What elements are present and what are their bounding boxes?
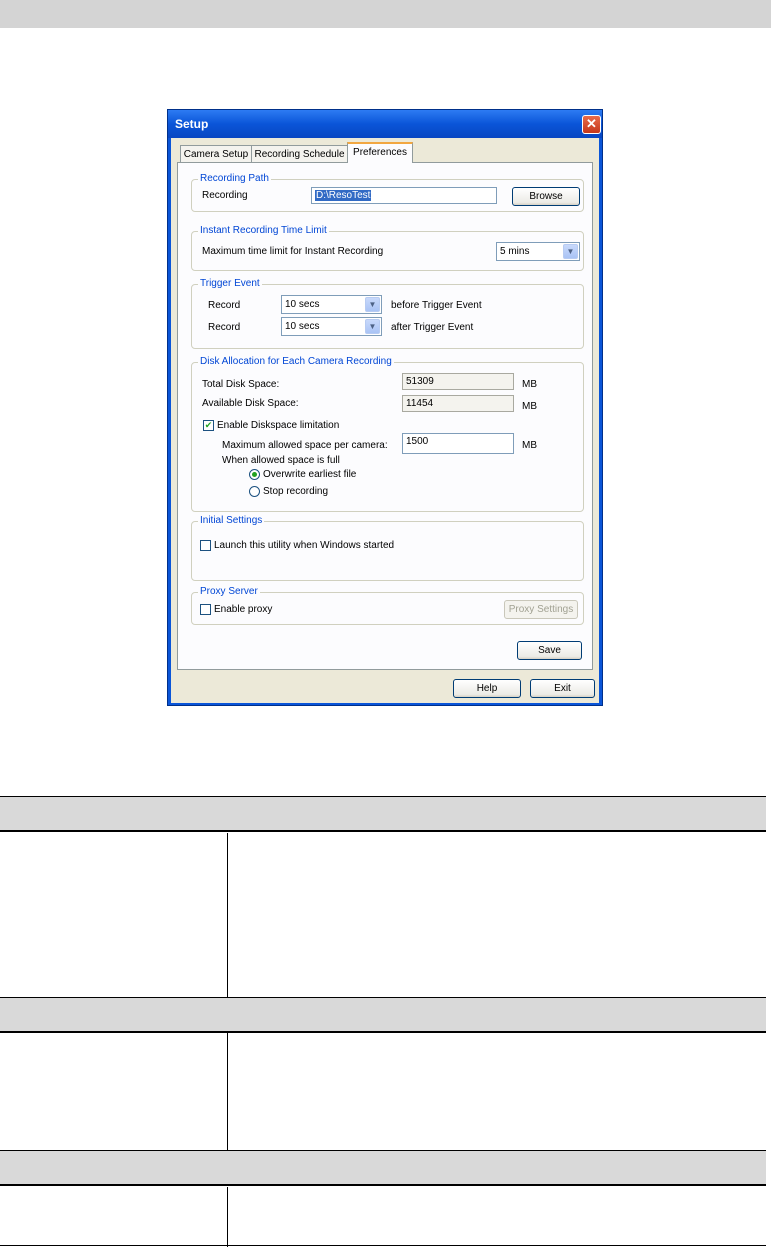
table-header-row — [0, 997, 766, 1033]
available-unit-label: MB — [522, 401, 537, 412]
proxy-settings-button[interactable]: Proxy Settings — [504, 600, 578, 619]
overwrite-radio[interactable] — [249, 469, 260, 480]
close-button[interactable]: ✕ — [582, 115, 601, 134]
chevron-down-icon: ▼ — [365, 297, 380, 312]
table-header-row — [0, 1150, 766, 1186]
max-space-input[interactable]: 1500 — [402, 433, 514, 454]
record-before-dropdown[interactable]: 10 secs ▼ — [281, 295, 382, 314]
stop-recording-label: Stop recording — [263, 486, 329, 497]
trigger-event-group: Trigger Event Record 10 secs ▼ before Tr… — [191, 278, 584, 349]
proxy-server-group: Proxy Server Enable proxy Proxy Settings — [191, 586, 584, 625]
chevron-down-icon: ▼ — [563, 244, 578, 259]
overwrite-label: Overwrite earliest file — [263, 469, 357, 480]
tab-recording-schedule[interactable]: Recording Schedule — [251, 145, 348, 162]
table-bottom-border — [0, 1245, 766, 1246]
total-disk-field: 51309 — [402, 373, 514, 390]
page-header-bar — [0, 0, 771, 28]
checkmark-icon: ✔ — [204, 420, 213, 430]
instant-recording-group: Instant Recording Time Limit Maximum tim… — [191, 225, 584, 271]
recording-path-value: D:\ResoTest — [315, 190, 372, 201]
enable-proxy-checkbox[interactable] — [200, 604, 211, 615]
max-time-label: Maximum time limit for Instant Recording — [202, 246, 384, 257]
preferences-panel: Recording Path Recording D:\ResoTest Bro… — [177, 162, 593, 670]
max-time-dropdown[interactable]: 5 mins ▼ — [496, 242, 580, 261]
group-label: Trigger Event — [198, 278, 262, 290]
record-after-dropdown[interactable]: 10 secs ▼ — [281, 317, 382, 336]
initial-settings-group: Initial Settings Launch this utility whe… — [191, 515, 584, 581]
exit-button[interactable]: Exit — [530, 679, 595, 698]
available-disk-label: Available Disk Space: — [202, 398, 299, 409]
launch-utility-label: Launch this utility when Windows started — [214, 540, 395, 551]
group-label: Instant Recording Time Limit — [198, 225, 329, 237]
group-label: Recording Path — [198, 173, 271, 185]
save-button[interactable]: Save — [517, 641, 582, 660]
recording-label: Recording — [202, 190, 248, 201]
after-trigger-label: after Trigger Event — [391, 322, 474, 333]
browse-button[interactable]: Browse — [512, 187, 580, 206]
help-button[interactable]: Help — [453, 679, 521, 698]
when-full-label: When allowed space is full — [222, 455, 340, 466]
enable-diskspace-label: Enable Diskspace limitation — [217, 420, 340, 431]
tab-camera-setup[interactable]: Camera Setup — [180, 145, 252, 162]
record-after-label: Record — [208, 322, 241, 333]
group-label: Proxy Server — [198, 586, 260, 598]
tab-preferences[interactable]: Preferences — [347, 142, 413, 163]
record-before-value: 10 secs — [285, 299, 320, 310]
title-bar[interactable]: Setup ✕ — [168, 110, 602, 138]
dialog-client: Camera Setup Recording Schedule Preferen… — [171, 138, 599, 703]
column-divider — [227, 1033, 228, 1150]
column-divider — [227, 833, 228, 997]
record-before-label: Record — [208, 300, 241, 311]
chevron-down-icon: ▼ — [365, 319, 380, 334]
table-header-row — [0, 796, 766, 832]
recording-path-input[interactable]: D:\ResoTest — [311, 187, 497, 204]
group-label: Disk Allocation for Each Camera Recordin… — [198, 356, 394, 368]
max-space-label: Maximum allowed space per camera: — [222, 440, 388, 451]
group-label: Initial Settings — [198, 515, 265, 527]
close-icon: ✕ — [586, 116, 597, 131]
record-after-value: 10 secs — [285, 321, 320, 332]
max-time-value: 5 mins — [500, 246, 530, 257]
enable-diskspace-checkbox[interactable]: ✔ — [203, 420, 214, 431]
before-trigger-label: before Trigger Event — [391, 300, 482, 311]
enable-proxy-label: Enable proxy — [214, 604, 273, 615]
available-disk-field: 11454 — [402, 395, 514, 412]
max-space-unit-label: MB — [522, 440, 537, 451]
stop-recording-radio[interactable] — [249, 486, 260, 497]
column-divider — [227, 1187, 228, 1247]
recording-path-group: Recording Path Recording D:\ResoTest Bro… — [191, 173, 584, 212]
setup-window: Setup ✕ Camera Setup Recording Schedule … — [167, 109, 603, 706]
window-title: Setup — [175, 117, 209, 131]
total-disk-label: Total Disk Space: — [202, 379, 280, 390]
launch-utility-checkbox[interactable] — [200, 540, 211, 551]
total-unit-label: MB — [522, 379, 537, 390]
disk-allocation-group: Disk Allocation for Each Camera Recordin… — [191, 356, 584, 512]
